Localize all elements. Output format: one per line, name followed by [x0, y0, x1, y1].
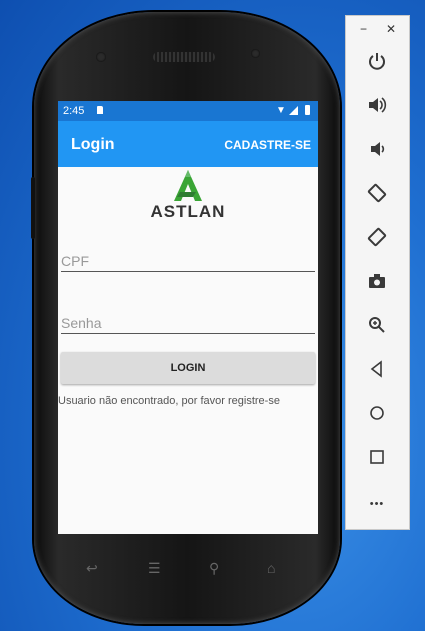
home-key-icon[interactable]: ⌂: [267, 560, 275, 576]
error-message: Usuario não encontrado, por favor regist…: [58, 395, 280, 407]
login-button[interactable]: LOGIN: [61, 352, 315, 384]
logo-mark-icon: [174, 170, 202, 201]
signal-icon: [289, 106, 298, 115]
page-title: Login: [71, 136, 115, 153]
rotate-right-icon[interactable]: [364, 227, 390, 253]
camera-icon[interactable]: [364, 271, 390, 297]
home-icon[interactable]: [364, 403, 390, 429]
volume-down-icon[interactable]: [364, 139, 390, 165]
senha-placeholder: Senha: [61, 315, 102, 331]
back-key-icon[interactable]: ↩: [86, 560, 98, 577]
volume-up-icon[interactable]: [364, 95, 390, 121]
astlan-logo: ASTLAN: [150, 169, 226, 221]
battery-icon: [305, 105, 310, 115]
app-bar: Login CADASTRE-SE: [58, 121, 318, 167]
zoom-icon[interactable]: [364, 315, 390, 341]
logo-text: ASTLAN: [150, 202, 226, 221]
phone-device: 2:45 ▼ Login CADASTRE-SE ASTLAN CPF Senh…: [31, 12, 340, 624]
back-icon[interactable]: [364, 359, 390, 385]
search-key-icon[interactable]: ⚲: [209, 560, 219, 577]
senha-field[interactable]: Senha: [61, 311, 315, 334]
power-icon[interactable]: [364, 51, 390, 77]
cpf-field[interactable]: CPF: [61, 249, 315, 272]
front-sensor: [96, 52, 106, 62]
menu-key-icon[interactable]: ☰: [148, 560, 161, 577]
sd-card-icon: [97, 106, 103, 114]
earpiece-speaker: [153, 52, 215, 62]
status-bar: 2:45 ▼: [58, 101, 318, 121]
close-button[interactable]: ✕: [386, 22, 396, 36]
phone-side-button[interactable]: [31, 177, 35, 239]
status-time: 2:45: [63, 105, 85, 117]
rotate-left-icon[interactable]: [364, 183, 390, 209]
minimize-button[interactable]: −: [360, 22, 367, 36]
emulator-toolbar: − ✕ •••: [345, 15, 410, 530]
cpf-placeholder: CPF: [61, 253, 89, 269]
device-screen: 2:45 ▼ Login CADASTRE-SE ASTLAN CPF Senh…: [58, 101, 318, 534]
wifi-icon: ▼: [276, 105, 286, 116]
front-camera: [251, 49, 260, 58]
more-icon[interactable]: •••: [364, 491, 390, 517]
overview-icon[interactable]: [364, 447, 390, 473]
cadastre-se-button[interactable]: CADASTRE-SE: [224, 138, 311, 152]
